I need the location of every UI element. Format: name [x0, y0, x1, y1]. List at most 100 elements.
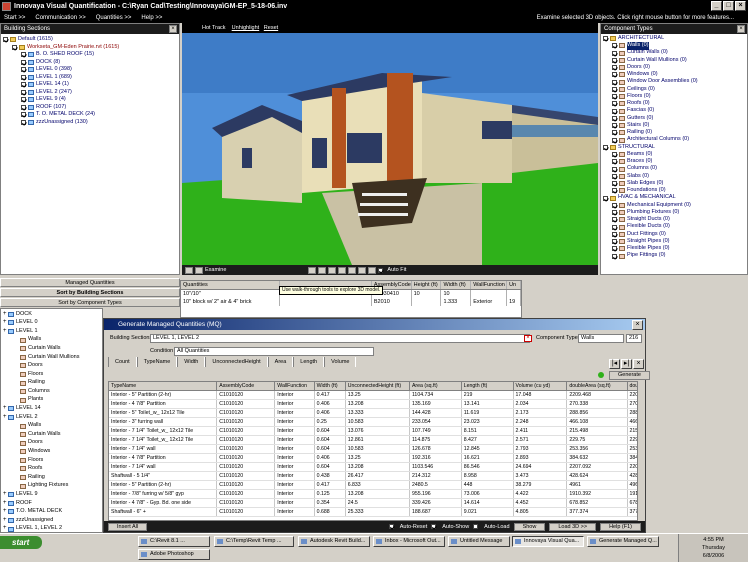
managed-tree-item[interactable]: Railing: [3, 473, 100, 482]
fit-icon[interactable]: [348, 266, 357, 274]
table-header[interactable]: AssemblyCode: [216, 382, 276, 392]
table-header[interactable]: WallFunction: [274, 382, 315, 392]
minimize-button[interactable]: _: [711, 1, 722, 11]
task-revit[interactable]: C:\Revit 8.1 ...: [138, 536, 210, 547]
managed-tree-item[interactable]: Doors: [3, 439, 100, 448]
table-row[interactable]: Interior - 5" Partition (2-hr) C1010120 In…: [109, 480, 637, 491]
table-row[interactable]: Interior - 7 1/4" wall C1010120 Interior 0.…: [109, 444, 637, 455]
grid-header[interactable]: Un: [507, 281, 521, 289]
table-row[interactable]: Interior - 4 7/8" Partition C1010120 Inter…: [109, 399, 637, 410]
component-group[interactable]: STRUCTURAL: [603, 144, 745, 151]
component-item[interactable]: Ceilings (0): [603, 86, 745, 93]
section-checkbox[interactable]: [21, 89, 26, 95]
section-checkbox[interactable]: [21, 104, 26, 110]
examine-icon[interactable]: [195, 266, 203, 274]
table-row[interactable]: Interior - 4 7/8" Partition C1010120 Inter…: [109, 453, 637, 464]
close-icon[interactable]: ×: [737, 25, 745, 33]
component-checkbox[interactable]: [612, 159, 617, 165]
table-row[interactable]: Interior - 7 1/4" wall C1010120 Interior 0.…: [109, 462, 637, 473]
component-item[interactable]: Columns (0): [603, 165, 745, 173]
close-icon[interactable]: ×: [633, 359, 644, 369]
component-item[interactable]: Curtain Wall Mullions (0): [603, 57, 745, 64]
managed-tree-item[interactable]: + ROOF: [3, 499, 100, 508]
clear-icon[interactable]: ×: [524, 335, 532, 342]
component-item[interactable]: Stairs (0): [603, 122, 745, 129]
component-checkbox[interactable]: [612, 202, 617, 208]
component-type-field[interactable]: Walls: [578, 334, 624, 343]
managed-tree-item[interactable]: + zzzUnassigned: [3, 516, 100, 525]
component-checkbox[interactable]: [612, 188, 617, 194]
section-item[interactable]: B. O. SHED ROOF (15): [3, 51, 177, 59]
managed-tree-item[interactable]: Plants: [3, 396, 100, 405]
table-header[interactable]: doubleGr: [627, 382, 637, 392]
task-innovaya[interactable]: Innovaya Visual Qua...: [512, 536, 584, 547]
task-photoshop[interactable]: Adobe Photoshop: [138, 549, 210, 560]
component-item[interactable]: Beams (0): [603, 151, 745, 158]
grid-header[interactable]: Width (ft): [441, 281, 472, 289]
component-item[interactable]: Duct Fittings (0): [603, 231, 745, 238]
pan-icon[interactable]: [318, 266, 327, 274]
component-checkbox[interactable]: [612, 130, 617, 136]
table-header[interactable]: UnconnectedHeight (ft): [345, 382, 410, 392]
show-button[interactable]: Show: [513, 522, 546, 531]
zoom-icon[interactable]: [308, 266, 317, 274]
section-checkbox[interactable]: [12, 44, 17, 50]
component-checkbox[interactable]: [612, 181, 617, 187]
generate-button[interactable]: Generate: [609, 371, 650, 380]
section-item[interactable]: ROOF (107): [3, 104, 177, 112]
section-item[interactable]: LEVEL 9 (4): [3, 96, 177, 104]
condition-field[interactable]: All Quantities: [174, 347, 374, 356]
managed-tree-item[interactable]: Curtain Walls: [3, 344, 100, 353]
component-checkbox[interactable]: [612, 79, 617, 85]
managed-tree-item[interactable]: + LEVEL 0: [3, 319, 100, 328]
managed-tree-item[interactable]: Windows: [3, 448, 100, 457]
task-autodesk[interactable]: Autodesk Revit Build...: [298, 536, 370, 547]
start-button[interactable]: start: [0, 536, 42, 549]
managed-tree-item[interactable]: Doors: [3, 362, 100, 371]
view-icon[interactable]: [368, 266, 377, 274]
component-item[interactable]: Straight Pipes (0): [603, 238, 745, 245]
table-row[interactable]: Interior - 3" furring wall C1010120 Interi…: [109, 417, 637, 428]
component-checkbox[interactable]: [612, 115, 617, 121]
managed-tree-item[interactable]: Lighting Fixtures: [3, 482, 100, 491]
managed-quantities-button[interactable]: Managed Quantities: [0, 278, 180, 287]
dialog-close-button[interactable]: ×: [632, 320, 643, 330]
managed-tree-item[interactable]: Floors: [3, 456, 100, 465]
table-header[interactable]: Width (ft): [314, 382, 346, 392]
section-checkbox[interactable]: [21, 52, 26, 58]
table-row[interactable]: Interior - 4 7/8" - Gyp. Bd. one side C10…: [109, 498, 637, 509]
section-checkbox[interactable]: [21, 97, 26, 103]
grid-row[interactable]: 10" block w/ 2" air & 4" brick B2010 1.333…: [181, 298, 521, 306]
section-item[interactable]: DOCK (8): [3, 59, 177, 67]
managed-tree-item[interactable]: Railing: [3, 379, 100, 388]
component-checkbox[interactable]: [603, 36, 608, 42]
zoom-out-icon[interactable]: [338, 266, 347, 274]
table-row[interactable]: Interior - 7 1/4" Toilet_w_ 12x12 Tile C1…: [109, 426, 637, 437]
component-checkbox[interactable]: [603, 195, 608, 201]
component-checkbox[interactable]: [612, 210, 617, 216]
managed-tree-item[interactable]: + LEVEL 1: [3, 327, 100, 336]
section-checkbox[interactable]: [21, 82, 26, 88]
component-checkbox[interactable]: [612, 239, 617, 245]
component-item[interactable]: Braces (0): [603, 158, 745, 165]
close-button[interactable]: ×: [735, 1, 746, 11]
table-header[interactable]: Length (ft): [461, 382, 514, 392]
table-row[interactable]: Interior - 5" Toilet_w_ 12x12 Tile C10101…: [109, 408, 637, 419]
table-header[interactable]: Volume (cu yd): [513, 382, 568, 392]
managed-tree-item[interactable]: Curtain Walls: [3, 430, 100, 439]
component-item[interactable]: Plumbing Fixtures (0): [603, 209, 745, 216]
managed-tree-item[interactable]: + T.O. METAL DECK: [3, 508, 100, 517]
component-item[interactable]: Flexible Pipes (0): [603, 245, 745, 252]
component-checkbox[interactable]: [612, 50, 617, 56]
field-chip[interactable]: TypeName: [136, 357, 178, 367]
component-item[interactable]: Flexible Ducts (0): [603, 223, 745, 231]
task-revit-temp[interactable]: C:\Temp\Revit Temp ...: [214, 536, 294, 547]
component-checkbox[interactable]: [612, 166, 617, 172]
field-chip[interactable]: UnconnectedHeight: [205, 357, 268, 367]
section-item[interactable]: Default (1615): [3, 36, 177, 44]
table-header[interactable]: Area (sq.ft): [409, 382, 462, 392]
component-checkbox[interactable]: [612, 231, 617, 237]
field-chip[interactable]: Count: [108, 357, 137, 367]
managed-tree-item[interactable]: Floors: [3, 370, 100, 379]
section-item[interactable]: T. O. METAL DECK (24): [3, 111, 177, 119]
